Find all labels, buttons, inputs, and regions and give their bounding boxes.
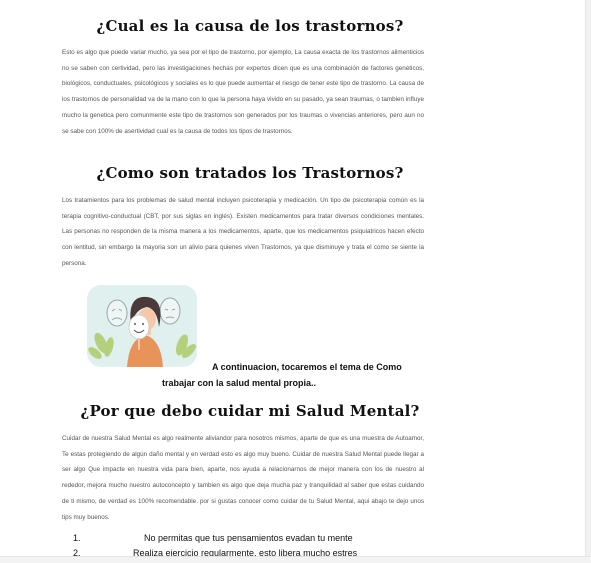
paragraph-causa: Esto es algo que puede variar mucho, ya … <box>62 49 424 135</box>
heading-cuidado: ¿Por que debo cuidar mi Salud Mental? <box>80 402 420 420</box>
list-item-text: No permitas que tus pensamientos evadan … <box>144 533 353 543</box>
heading-causa: ¿Cual es la causa de los trastornos? <box>96 17 404 35</box>
heading-tratamiento: ¿Como son tratados los Trastornos? <box>96 164 404 182</box>
list-item-number: 1. <box>73 533 81 543</box>
paragraph-tratamiento: Los tratamientos para los problemas de s… <box>62 197 424 267</box>
note-line-1: A continuacion, tocaremos el tema de Com… <box>212 362 402 372</box>
page-bottom-edge <box>0 556 591 563</box>
sad-mask-icon <box>106 299 128 327</box>
worried-mask-icon <box>159 297 181 325</box>
mental-health-illustration <box>87 285 197 367</box>
note-line-2: trabajar con la salud mental propia.. <box>162 378 317 388</box>
paragraph-cuidado: Cuidar de nuestra Salud Mental es algo r… <box>62 435 424 521</box>
document-page: ¿Cual es la causa de los trastornos? Est… <box>0 0 586 563</box>
vertical-scrollbar[interactable] <box>585 0 591 563</box>
